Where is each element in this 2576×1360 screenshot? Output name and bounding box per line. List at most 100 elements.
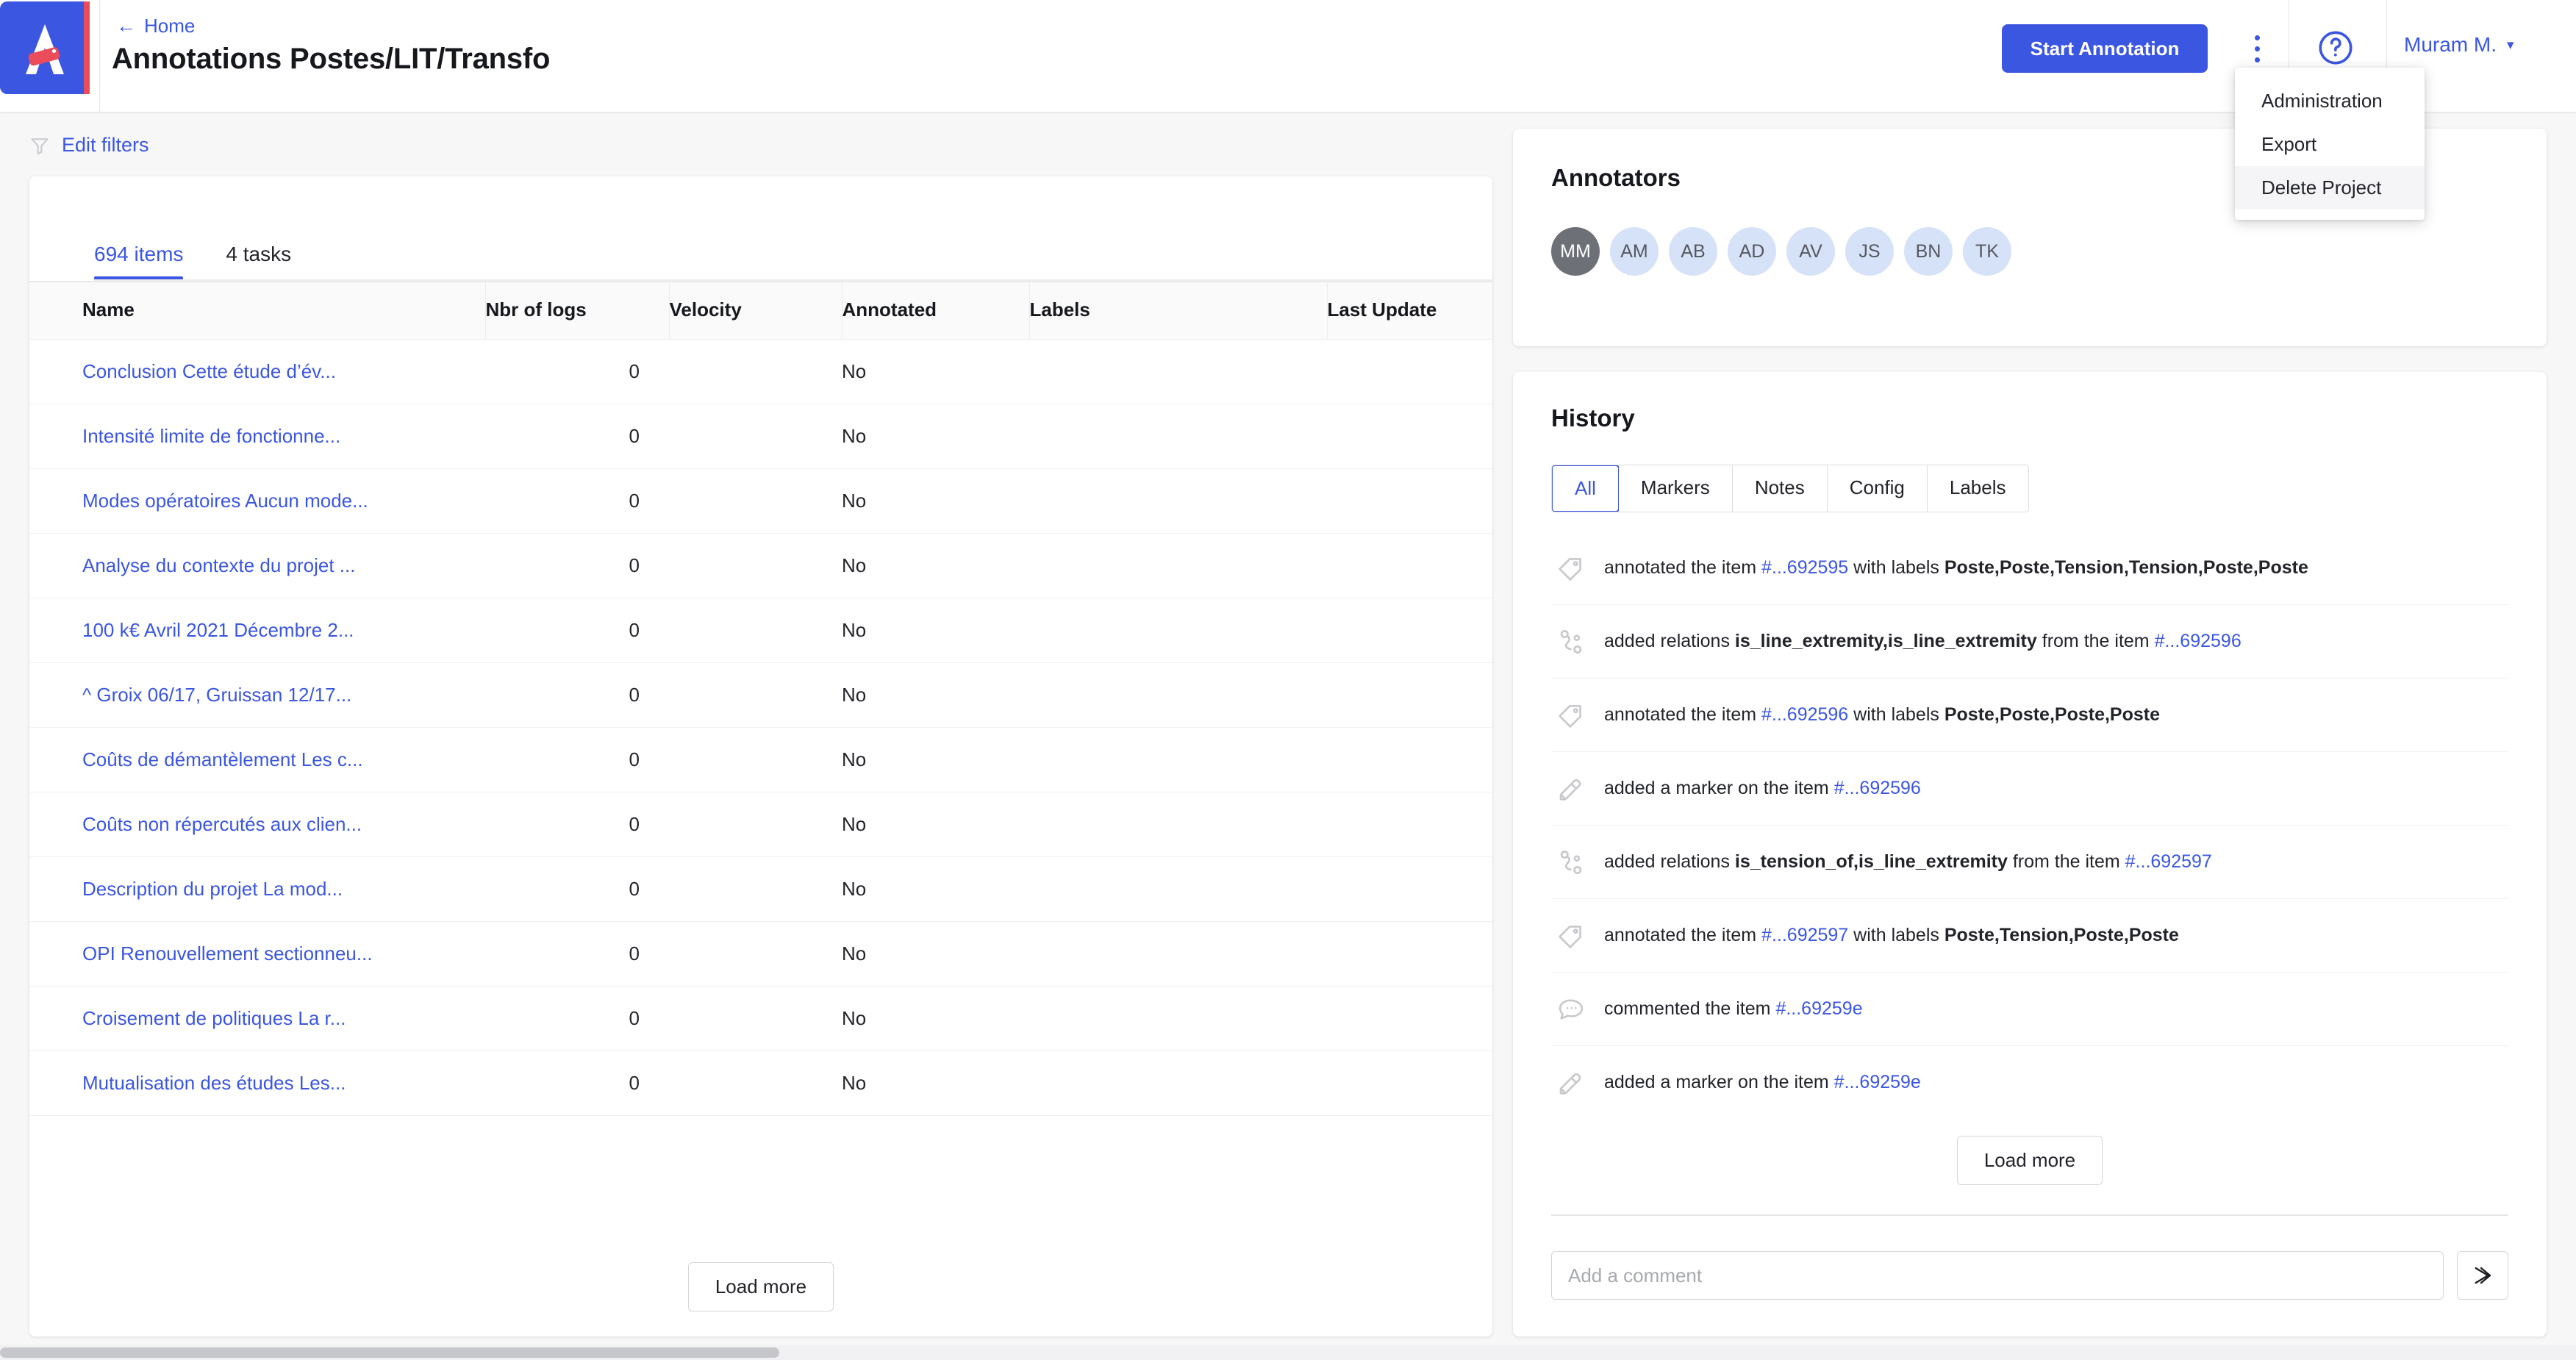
history-entry-item-ref[interactable]: #...69259e <box>1775 998 1862 1019</box>
avatar[interactable]: TK <box>1963 227 2011 276</box>
table-row[interactable]: Modes opératoires Aucun mode... 0 No <box>29 468 1492 534</box>
item-name-label[interactable]: Analyse du contexte du projet ... <box>82 554 355 576</box>
item-last-update <box>1327 727 1492 792</box>
item-velocity <box>669 921 842 987</box>
column-header-labels[interactable]: Labels <box>1029 282 1328 340</box>
table-row[interactable]: OPI Renouvellement sectionneu... 0 No <box>29 921 1492 987</box>
item-name-link[interactable]: Mutualisation des études Les... <box>29 1051 485 1116</box>
menu-item-export[interactable]: Export <box>2235 123 2425 166</box>
history-filter-notes[interactable]: Notes <box>1732 465 1828 512</box>
kebab-dot <box>2254 35 2260 40</box>
item-last-update <box>1327 598 1492 663</box>
history-entry-item-ref[interactable]: #...692596 <box>2155 631 2242 651</box>
top-bar: ← Home Annotations Postes/LIT/Transfo St… <box>0 0 2576 112</box>
item-name-label[interactable]: Coûts de démantèlement Les c... <box>82 748 363 770</box>
item-last-update <box>1327 404 1492 469</box>
table-row[interactable]: Intensité limite de fonctionne... 0 No <box>29 404 1492 469</box>
avatar[interactable]: AD <box>1728 227 1776 276</box>
column-header-nbr-of-logs[interactable]: Nbr of logs <box>485 282 670 340</box>
column-header-annotated[interactable]: Annotated <box>842 282 1030 340</box>
more-vertical-icon[interactable] <box>2233 24 2280 74</box>
item-name-link[interactable]: Coûts de démantèlement Les c... <box>29 727 485 792</box>
history-entry-item-ref[interactable]: #...692596 <box>1834 778 1921 798</box>
start-annotation-button[interactable]: Start Annotation <box>2002 24 2208 73</box>
item-velocity <box>669 986 842 1051</box>
item-last-update <box>1327 662 1492 728</box>
history-entry: added relations is_tension_of,is_line_ex… <box>1551 826 2508 899</box>
item-nbr-of-logs: 0 <box>485 404 669 469</box>
relation-icon <box>1556 626 1586 657</box>
history-entry: annotated the item #...692597 with label… <box>1551 899 2508 973</box>
avatar[interactable]: AM <box>1610 227 1659 276</box>
item-name-label[interactable]: Modes opératoires Aucun mode... <box>82 490 368 512</box>
menu-item-administration[interactable]: Administration <box>2235 79 2425 123</box>
chevron-down-icon: ▾ <box>2507 37 2514 53</box>
avatar[interactable]: MM <box>1551 227 1600 276</box>
item-name-label[interactable]: Intensité limite de fonctionne... <box>82 425 340 447</box>
item-name-link[interactable]: Modes opératoires Aucun mode... <box>29 468 485 534</box>
table-row[interactable]: Mutualisation des études Les... 0 No <box>29 1051 1492 1116</box>
item-name-link[interactable]: Intensité limite de fonctionne... <box>29 404 485 469</box>
avatar[interactable]: AV <box>1786 227 1835 276</box>
items-table-header: Name Nbr of logs Velocity Annotated Labe… <box>29 282 1492 340</box>
item-name-link[interactable]: ^ Groix 06/17, Gruissan 12/17... <box>29 662 485 728</box>
user-menu[interactable]: Muram M. ▾ <box>2404 33 2514 57</box>
item-name-label[interactable]: Mutualisation des études Les... <box>82 1072 346 1094</box>
scrollbar-thumb[interactable] <box>0 1348 779 1358</box>
item-name-link[interactable]: OPI Renouvellement sectionneu... <box>29 921 485 987</box>
relation-icon <box>1556 847 1586 878</box>
tab-tasks[interactable]: 4 tasks <box>226 243 291 281</box>
history-filter-all[interactable]: All <box>1551 465 1620 512</box>
item-name-label[interactable]: ^ Groix 06/17, Gruissan 12/17... <box>82 684 351 706</box>
column-header-last-update[interactable]: Last Update <box>1327 282 1492 340</box>
column-header-name[interactable]: Name <box>29 282 486 340</box>
home-breadcrumb-link[interactable]: ← Home <box>116 15 195 37</box>
comment-input[interactable] <box>1551 1251 2444 1300</box>
item-name-label[interactable]: 100 k€ Avril 2021 Décembre 2... <box>82 619 354 641</box>
item-name-label[interactable]: OPI Renouvellement sectionneu... <box>82 942 373 964</box>
history-load-more-button[interactable]: Load more <box>1956 1136 2103 1185</box>
table-row[interactable]: Croisement de politiques La r... 0 No <box>29 986 1492 1051</box>
history-entry-item-ref[interactable]: #...69259e <box>1834 1072 1921 1092</box>
item-name-link[interactable]: Croisement de politiques La r... <box>29 986 485 1051</box>
history-filter-labels[interactable]: Labels <box>1927 465 2028 512</box>
avatar[interactable]: BN <box>1904 227 1953 276</box>
history-entry-item-ref[interactable]: #...692597 <box>1761 925 1848 945</box>
table-row[interactable]: 100 k€ Avril 2021 Décembre 2... 0 No <box>29 598 1492 663</box>
history-filter-config[interactable]: Config <box>1827 465 1928 512</box>
edit-filters-button[interactable]: Edit filters <box>29 134 149 157</box>
menu-item-delete-project[interactable]: Delete Project <box>2235 166 2425 210</box>
table-row[interactable]: Coûts non répercutés aux clien... 0 No <box>29 792 1492 857</box>
comment-icon <box>1556 994 1586 1025</box>
table-row[interactable]: Conclusion Cette étude d’év... 0 No <box>29 339 1492 404</box>
table-row[interactable]: ^ Groix 06/17, Gruissan 12/17... 0 No <box>29 662 1492 728</box>
item-annotated: No <box>842 921 1029 987</box>
item-name-label[interactable]: Coûts non répercutés aux clien... <box>82 813 362 835</box>
tab-items[interactable]: 694 items <box>94 243 184 281</box>
history-filter-markers[interactable]: Markers <box>1618 465 1733 512</box>
item-name-label[interactable]: Description du projet La mod... <box>82 878 343 900</box>
item-name-link[interactable]: Analyse du contexte du projet ... <box>29 533 485 598</box>
item-name-label[interactable]: Conclusion Cette étude d’év... <box>82 360 336 382</box>
history-entry-labels: Poste,Poste,Tension,Tension,Poste,Poste <box>1944 556 2308 578</box>
app-logo[interactable] <box>0 1 90 94</box>
items-load-more-button[interactable]: Load more <box>687 1261 834 1311</box>
table-row[interactable]: Coûts de démantèlement Les c... 0 No <box>29 727 1492 792</box>
item-name-link[interactable]: Description du projet La mod... <box>29 856 485 922</box>
history-entry-item-ref[interactable]: #...692596 <box>1761 704 1848 725</box>
avatar[interactable]: AB <box>1669 227 1717 276</box>
send-comment-button[interactable] <box>2457 1251 2508 1300</box>
item-name-label[interactable]: Croisement de politiques La r... <box>82 1007 346 1029</box>
history-entry-item-ref[interactable]: #...692595 <box>1761 557 1848 578</box>
avatar[interactable]: JS <box>1845 227 1894 276</box>
item-labels <box>1029 727 1327 792</box>
item-name-link[interactable]: Conclusion Cette étude d’év... <box>29 339 485 404</box>
help-circle-icon[interactable] <box>2316 28 2355 68</box>
horizontal-scrollbar[interactable] <box>0 1345 2576 1360</box>
item-name-link[interactable]: 100 k€ Avril 2021 Décembre 2... <box>29 598 485 663</box>
table-row[interactable]: Analyse du contexte du projet ... 0 No <box>29 533 1492 598</box>
column-header-velocity[interactable]: Velocity <box>669 282 842 340</box>
item-name-link[interactable]: Coûts non répercutés aux clien... <box>29 792 485 857</box>
table-row[interactable]: Description du projet La mod... 0 No <box>29 856 1492 922</box>
history-entry-item-ref[interactable]: #...692597 <box>2125 851 2212 872</box>
